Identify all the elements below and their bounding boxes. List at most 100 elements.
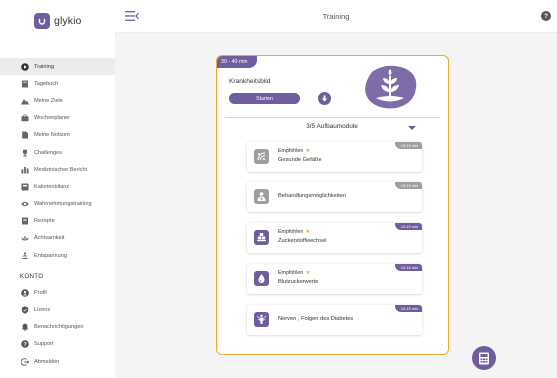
help-button[interactable]: ? <box>541 11 551 21</box>
sidebar-item-rezepte[interactable]: Rezepte <box>0 213 115 230</box>
star-icon: ★ <box>305 270 311 276</box>
sidebar-item-label: Tagebuch <box>34 80 59 87</box>
module-title: Zuckerstoffwechsel <box>278 238 327 244</box>
top-bar: Training ? <box>115 0 557 33</box>
page-title: Training <box>322 12 350 21</box>
logout-icon <box>20 357 29 366</box>
vessel-icon <box>254 149 269 164</box>
account-section-label: KONTO <box>20 273 44 281</box>
recommended-label: Empfohlen ★ <box>278 270 310 276</box>
note-icon <box>20 131 29 140</box>
sidebar-item-wahrnehmungstraining[interactable]: Wahrnehmungstraining <box>0 196 115 213</box>
notebook-icon <box>20 79 29 88</box>
sidebar-item-benachrichtigungen[interactable]: Benachrichtigungen <box>0 319 115 336</box>
scale-icon <box>20 182 29 191</box>
start-button[interactable]: Starten <box>229 93 300 104</box>
sidebar-item-wochenplaner[interactable]: Wochenplaner <box>0 110 115 127</box>
recommended-text: Empfohlen <box>278 229 304 235</box>
sidebar-item-medizinischer-bericht[interactable]: Medizinischer Bericht <box>0 161 115 178</box>
module-card-blutzuckerwerte[interactable]: 10-15 min Empfohlen ★ Blutzuckerwerte <box>247 264 422 294</box>
lotus-icon <box>20 234 29 243</box>
sidebar-item-achtsamkeit[interactable]: Achtsamkeit <box>0 230 115 247</box>
sidebar-item-label: Challenges <box>34 149 62 156</box>
arrow-down-icon <box>321 95 328 102</box>
caret-down-icon[interactable] <box>408 126 416 130</box>
user-icon <box>20 288 29 297</box>
sidebar-item-label: Profil <box>34 289 47 296</box>
sidebar-item-label: Rezepte <box>34 218 55 225</box>
module-card-zuckerstoffwechsel[interactable]: 10-15 min Empfohlen ★ Zuckerstoffwechsel <box>247 223 422 253</box>
sugar-cubes-icon <box>254 230 269 245</box>
sidebar-item-label: Kalorienbilanz <box>34 183 70 190</box>
card-divider <box>225 117 440 118</box>
briefcase-icon <box>20 114 29 123</box>
doctor-icon <box>254 189 269 204</box>
sidebar-item-challenges[interactable]: Challenges <box>0 144 115 161</box>
sidebar-item-meine-ziele[interactable]: Meine Ziele <box>0 92 115 109</box>
sidebar-item-label: Meine Notizen <box>34 132 70 139</box>
module-card-nerven-folgen[interactable]: 10-15 min Nerven , Folgen des Diabetes <box>247 305 422 335</box>
sidebar-item-kalorienbilanz[interactable]: Kalorienbilanz <box>0 178 115 195</box>
time-badge: 10-15 min <box>394 305 422 312</box>
sidebar: glykio Training Tagebuch Meine Ziele Woc… <box>0 0 115 378</box>
duration-badge: 30 - 40 min <box>217 56 257 68</box>
sidebar-item-support[interactable]: ? Support <box>0 336 115 353</box>
module-card-behandlungsmoeglichkeiten[interactable]: 10-15 min Behandlungsmöglichkeiten <box>247 182 422 212</box>
sidebar-item-profil[interactable]: Profil <box>0 284 115 301</box>
recommended-text: Empfohlen <box>278 270 304 276</box>
sidebar-item-label: Medizinischer Bericht <box>34 166 88 173</box>
recipe-icon <box>20 217 29 226</box>
logo-icon <box>34 13 50 29</box>
meditation-icon <box>20 251 29 260</box>
calculator-icon <box>479 352 489 364</box>
app-logo[interactable]: glykio <box>34 13 81 29</box>
sidebar-item-label: Wahrnehmungstraining <box>34 201 92 208</box>
sidebar-item-abmelden[interactable]: Abmelden <box>0 353 115 370</box>
eye-icon <box>20 200 29 209</box>
bar-chart-icon <box>20 165 29 174</box>
sidebar-item-label: Abmelden <box>34 358 60 365</box>
plant-illustration <box>362 64 418 110</box>
sidebar-item-label: Lizenz <box>34 307 51 314</box>
sidebar-item-label: Achtsamkeit <box>34 235 65 242</box>
shield-icon <box>20 306 29 315</box>
recommended-text: Empfohlen <box>278 148 304 154</box>
bell-icon <box>20 323 29 332</box>
module-title: Blutzuckerwerte <box>278 279 319 285</box>
sidebar-nav: Training Tagebuch Meine Ziele Wochenplan… <box>0 58 115 370</box>
time-badge: 10-15 min <box>394 142 422 149</box>
sidebar-item-label: Training <box>34 63 55 70</box>
sidebar-item-training[interactable]: Training <box>0 58 115 76</box>
download-button[interactable] <box>318 92 331 105</box>
sidebar-item-label: Entspannung <box>34 252 67 259</box>
app-name: glykio <box>54 15 82 27</box>
recommended-label: Empfohlen ★ <box>278 229 310 235</box>
sidebar-item-tagebuch[interactable]: Tagebuch <box>0 75 115 92</box>
star-icon: ★ <box>305 229 311 235</box>
trophy-icon <box>20 148 29 157</box>
module-card-gesunde-gefaesse[interactable]: 10-15 min Empfohlen ★ Gesunde Gefäße <box>247 142 422 172</box>
time-badge: 10-15 min <box>394 182 422 189</box>
module-title: Gesunde Gefäße <box>278 157 322 163</box>
sidebar-item-label: Support <box>34 341 54 348</box>
module-title: Nerven , Folgen des Diabetes <box>278 316 354 322</box>
time-badge: 10-15 min <box>394 264 422 271</box>
sidebar-item-label: Benachrichtigungen <box>34 324 84 331</box>
sidebar-item-entspannung[interactable]: Entspannung <box>0 247 115 264</box>
sidebar-item-lizenz[interactable]: Lizenz <box>0 301 115 318</box>
sidebar-item-label: Meine Ziele <box>34 97 63 104</box>
help-icon: ? <box>20 340 29 349</box>
play-icon <box>20 62 29 71</box>
blood-drop-icon <box>254 271 269 286</box>
card-heading: Krankheitsbild <box>229 78 271 85</box>
star-icon: ★ <box>305 148 311 154</box>
nerves-icon <box>254 312 269 327</box>
recommended-label: Empfohlen ★ <box>278 148 310 154</box>
time-badge: 10-15 min <box>394 223 422 230</box>
sidebar-item-label: Wochenplaner <box>34 115 70 122</box>
training-card: 30 - 40 min Krankheitsbild Starten 3/5 A… <box>216 55 449 355</box>
module-title: Behandlungsmöglichkeiten <box>278 193 346 199</box>
sidebar-item-meine-notizen[interactable]: Meine Notizen <box>0 127 115 144</box>
calculator-button[interactable] <box>472 346 496 370</box>
mountain-icon <box>20 96 29 105</box>
